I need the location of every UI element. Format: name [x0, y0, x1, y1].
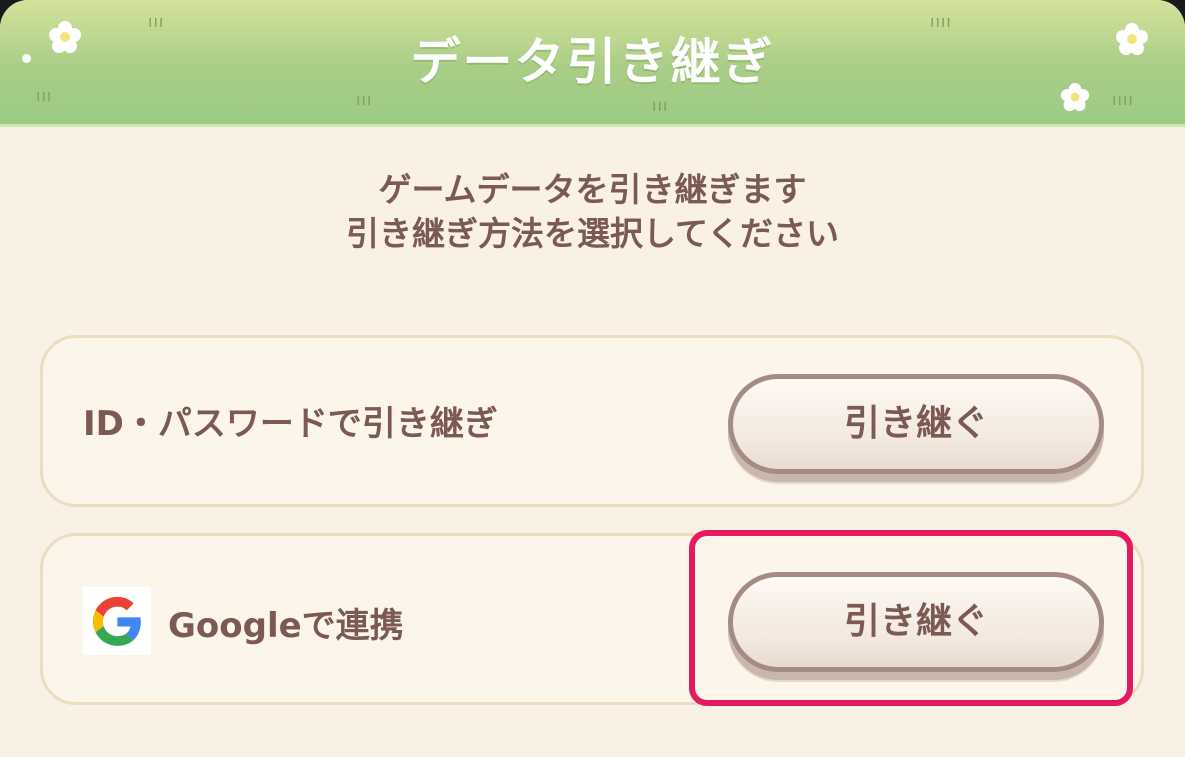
dialog-header: ııı ııı ııı ııı ıııı ıııı データ引き継ぎ	[0, 0, 1185, 127]
message-line-1: ゲームデータを引き継ぎます	[378, 170, 807, 209]
id-password-transfer-button[interactable]: 引き継ぐ	[728, 374, 1104, 474]
dialog-message: ゲームデータを引き継ぎます 引き継ぎ方法を選択してください	[0, 168, 1185, 256]
dialog-title: データ引き継ぎ	[410, 33, 775, 91]
message-line-2: 引き継ぎ方法を選択してください	[345, 214, 840, 253]
google-logo-icon	[83, 587, 151, 655]
option-google: Googleで連携 引き継ぐ	[40, 533, 1144, 705]
button-label: 引き継ぐ	[843, 601, 988, 642]
option-label-id-password: ID・パスワードで引き継ぎ	[83, 404, 498, 444]
option-id-password: ID・パスワードで引き継ぎ 引き継ぐ	[40, 335, 1144, 507]
option-label-google: Googleで連携	[168, 606, 404, 646]
data-transfer-dialog: ııı ııı ııı ııı ıııı ıııı データ引き継ぎ ゲームデータ…	[0, 0, 1185, 757]
google-transfer-button[interactable]: 引き継ぐ	[728, 572, 1104, 672]
button-label: 引き継ぐ	[843, 403, 988, 444]
grass-decoration: ııı	[652, 96, 669, 115]
